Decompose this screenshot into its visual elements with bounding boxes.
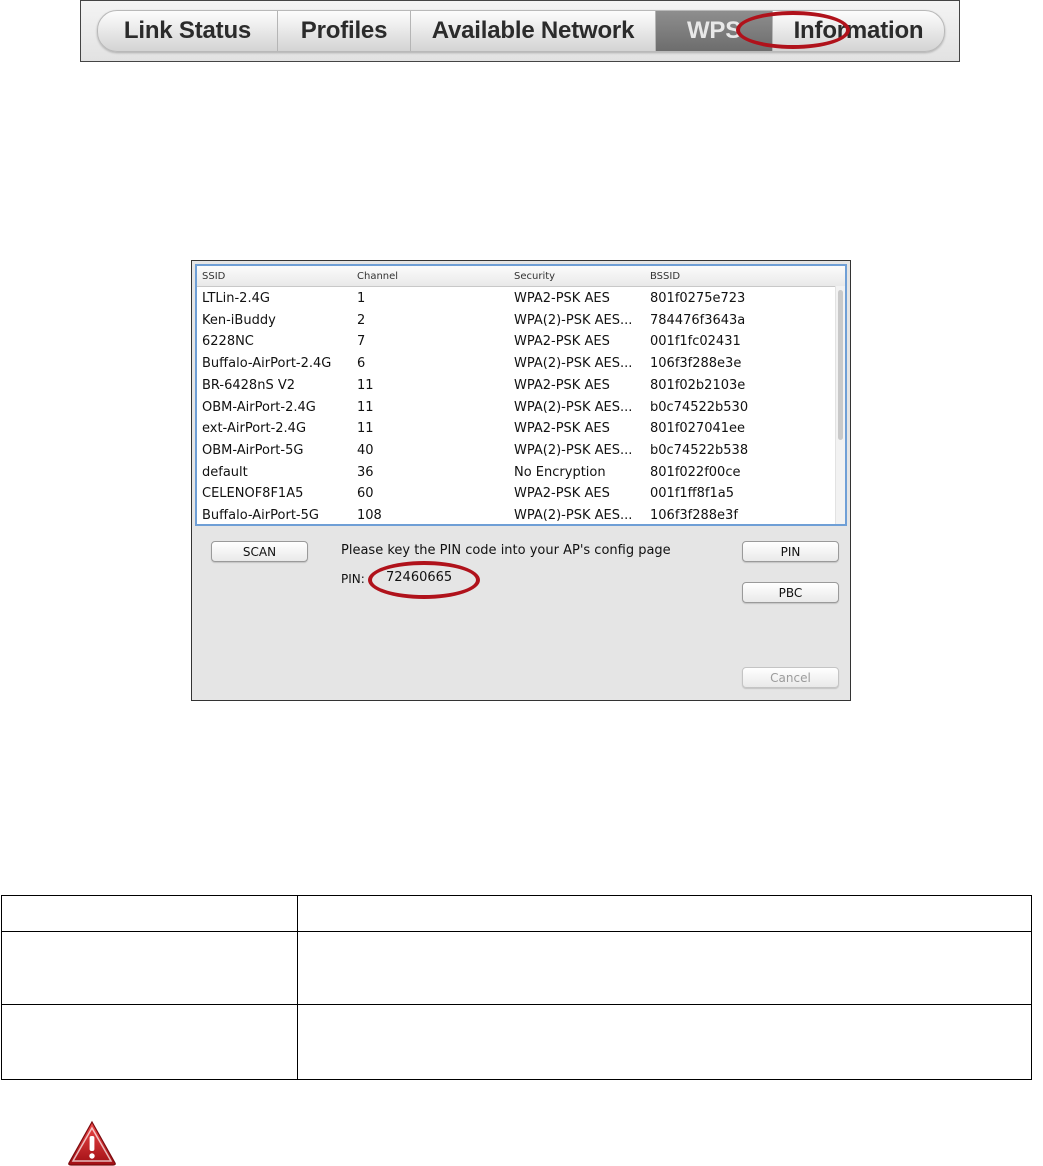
table-row[interactable]: default 36 No Encryption 801f022f00ce — [197, 462, 835, 484]
network-channel: 11 — [357, 377, 374, 393]
network-security: WPA(2)-PSK AES... — [514, 312, 633, 328]
column-header-ssid[interactable]: SSID — [202, 271, 225, 282]
network-security: WPA(2)-PSK AES... — [514, 508, 633, 523]
warning-triangle-icon — [68, 1120, 116, 1166]
pin-instruction: Please key the PIN code into your AP's c… — [341, 543, 671, 558]
network-channel: 11 — [357, 399, 374, 415]
network-bssid: b0c74522b538 — [650, 442, 749, 458]
column-header-channel[interactable]: Channel — [357, 271, 398, 282]
table-cell — [297, 931, 1032, 1005]
network-security: WPA(2)-PSK AES... — [514, 356, 633, 372]
network-security: WPA2-PSK AES — [514, 291, 610, 306]
network-security: WPA2-PSK AES — [514, 377, 610, 393]
pbc-button[interactable]: PBC — [742, 582, 839, 603]
table-row — [1, 895, 1032, 932]
network-list-header: SSID Channel Security BSSID — [197, 266, 845, 287]
network-bssid: 801f027041ee — [650, 421, 746, 437]
description-table — [1, 895, 1032, 1080]
network-channel: 6 — [357, 356, 366, 372]
network-channel: 11 — [357, 421, 374, 437]
network-ssid: Buffalo-AirPort-2.4G — [202, 356, 332, 372]
network-ssid: CELENOF8F1A5 — [202, 486, 304, 502]
cancel-button[interactable]: Cancel — [742, 667, 839, 688]
network-bssid: 106f3f288e3f — [650, 508, 738, 523]
table-row — [1, 931, 1032, 1005]
table-row[interactable]: BR-6428nS V2 11 WPA2-PSK AES 801f02b2103e — [197, 375, 835, 397]
network-security: WPA2-PSK AES — [514, 486, 610, 502]
table-cell — [1, 895, 298, 932]
network-channel: 1 — [357, 291, 366, 306]
table-row[interactable]: OBM-AirPort-2.4G 11 WPA(2)-PSK AES... b0c74… — [197, 397, 835, 419]
network-channel: 7 — [357, 334, 366, 350]
network-channel: 60 — [357, 486, 374, 502]
network-ssid: Buffalo-AirPort-5G — [202, 508, 319, 523]
table-row[interactable]: OBM-AirPort-5G 40 WPA(2)-PSK AES... b0c7452… — [197, 440, 835, 462]
network-bssid: 001f1ff8f1a5 — [650, 486, 734, 502]
network-ssid: Ken-iBuddy — [202, 312, 276, 328]
tab-strip: Link Status Profiles Available Network W… — [97, 10, 945, 52]
table-row[interactable]: 6228NC 7 WPA2-PSK AES 001f1fc02431 — [197, 331, 835, 353]
network-security: WPA(2)-PSK AES... — [514, 399, 633, 415]
tab-bar-screenshot: Link Status Profiles Available Network W… — [80, 0, 960, 62]
network-security: WPA(2)-PSK AES... — [514, 442, 633, 458]
wps-panel-screenshot: SSID Channel Security BSSID LTLin-2.4G 1 W… — [191, 260, 851, 701]
network-channel: 40 — [357, 442, 374, 458]
pin-button[interactable]: PIN — [742, 541, 839, 562]
tab-profiles[interactable]: Profiles — [278, 11, 411, 51]
tab-wps[interactable]: WPS — [656, 11, 773, 51]
network-ssid: 6228NC — [202, 334, 254, 350]
network-channel: 36 — [357, 464, 374, 480]
network-ssid: default — [202, 464, 248, 480]
table-row[interactable]: Ken-iBuddy 2 WPA(2)-PSK AES... 784476f3643a — [197, 310, 835, 332]
column-header-security[interactable]: Security — [514, 271, 555, 282]
network-bssid: 001f1fc02431 — [650, 334, 741, 350]
network-security: WPA2-PSK AES — [514, 421, 610, 437]
network-bssid: 801f022f00ce — [650, 464, 741, 480]
network-channel: 2 — [357, 312, 366, 328]
column-header-bssid[interactable]: BSSID — [650, 271, 680, 282]
network-bssid: 801f02b2103e — [650, 377, 746, 393]
network-security: WPA2-PSK AES — [514, 334, 610, 350]
table-cell — [297, 1004, 1032, 1080]
table-row[interactable]: Buffalo-AirPort-2.4G 6 WPA(2)-PSK AES... 10… — [197, 353, 835, 375]
table-cell — [1, 931, 298, 1005]
scrollbar-thumb[interactable] — [838, 290, 843, 440]
tab-link-status[interactable]: Link Status — [98, 11, 278, 51]
network-bssid: 801f0275e723 — [650, 291, 746, 306]
network-list[interactable]: SSID Channel Security BSSID LTLin-2.4G 1 W… — [195, 264, 847, 526]
network-ssid: LTLin-2.4G — [202, 291, 270, 306]
list-scrollbar[interactable] — [835, 286, 845, 524]
tab-information[interactable]: Information — [773, 11, 944, 51]
table-row[interactable]: LTLin-2.4G 1 WPA2-PSK AES 801f0275e723 — [197, 288, 835, 310]
table-cell — [297, 895, 1032, 932]
network-channel: 108 — [357, 508, 382, 523]
network-ssid: OBM-AirPort-2.4G — [202, 399, 316, 415]
scan-button[interactable]: SCAN — [211, 541, 308, 562]
network-ssid: BR-6428nS V2 — [202, 377, 295, 393]
table-row — [1, 1004, 1032, 1080]
network-ssid: OBM-AirPort-5G — [202, 442, 304, 458]
network-bssid: 106f3f288e3e — [650, 356, 742, 372]
network-bssid: b0c74522b530 — [650, 399, 749, 415]
network-ssid: ext-AirPort-2.4G — [202, 421, 307, 437]
table-row[interactable]: ext-AirPort-2.4G 11 WPA2-PSK AES 801f027041… — [197, 418, 835, 440]
network-security: No Encryption — [514, 464, 606, 480]
table-row[interactable]: CELENOF8F1A5 60 WPA2-PSK AES 001f1ff8f1a5 — [197, 483, 835, 505]
table-cell — [1, 1004, 298, 1080]
pin-code: 72460665 — [386, 570, 453, 585]
table-row[interactable]: Buffalo-AirPort-5G 108 WPA(2)-PSK AES... 10… — [197, 505, 835, 524]
network-bssid: 784476f3643a — [650, 312, 746, 328]
pin-label: PIN: — [341, 572, 365, 586]
tab-available-network[interactable]: Available Network — [411, 11, 656, 51]
